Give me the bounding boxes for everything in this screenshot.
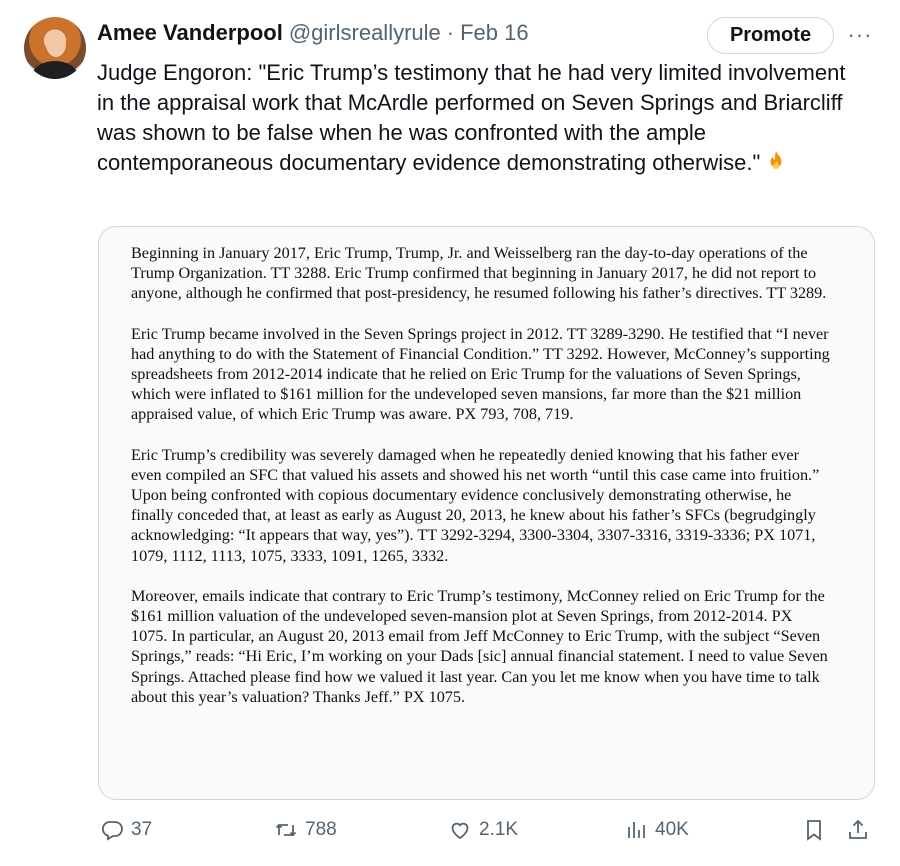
- document-image-card[interactable]: Beginning in January 2017, Eric Trump, T…: [98, 226, 875, 800]
- court-document-excerpt: Beginning in January 2017, Eric Trump, T…: [131, 243, 831, 727]
- header-separator: ·: [446, 20, 455, 45]
- document-paragraph: Eric Trump became involved in the Seven …: [131, 324, 830, 424]
- share-icon: [849, 819, 867, 839]
- reply-icon: [101, 821, 123, 841]
- author-avatar[interactable]: [24, 17, 86, 79]
- share-button[interactable]: [846, 818, 870, 842]
- document-paragraph: Eric Trump’s credibility was severely da…: [131, 445, 820, 565]
- fire-emoji-icon: [770, 151, 782, 170]
- tweet-header: Amee Vanderpool @girlsreallyrule · Feb 1…: [97, 20, 529, 46]
- like-button[interactable]: 2.1K: [448, 818, 518, 842]
- tweet-text: Judge Engoron: "Eric Trump’s testimony t…: [97, 58, 867, 178]
- document-paragraph: Moreover, emails indicate that contrary …: [131, 586, 828, 706]
- tweet-text-body: Judge Engoron: "Eric Trump’s testimony t…: [97, 60, 846, 175]
- reply-count: 37: [131, 819, 153, 840]
- tweet-actions-bar: 37 788 2.1K 40K: [0, 818, 900, 848]
- repost-count: 788: [305, 819, 337, 840]
- repost-button[interactable]: 788: [274, 818, 337, 842]
- bookmark-icon: [807, 820, 821, 841]
- heart-icon: [451, 822, 469, 840]
- analytics-icon: [628, 822, 645, 838]
- author-handle[interactable]: @girlsreallyrule: [289, 20, 441, 46]
- avatar-shirt: [32, 61, 78, 79]
- promote-button[interactable]: Promote: [707, 17, 834, 54]
- like-count: 2.1K: [479, 819, 519, 840]
- reply-button[interactable]: 37: [100, 818, 152, 842]
- views-count: 40K: [655, 819, 689, 840]
- avatar-face: [46, 31, 66, 57]
- bookmark-button[interactable]: [802, 818, 826, 842]
- more-options-icon[interactable]: ···: [846, 21, 874, 49]
- document-paragraph: Beginning in January 2017, Eric Trump, T…: [131, 244, 827, 303]
- repost-icon: [275, 823, 297, 837]
- author-name[interactable]: Amee Vanderpool: [97, 20, 283, 46]
- tweet-date[interactable]: Feb 16: [460, 20, 529, 46]
- views-button[interactable]: 40K: [624, 818, 689, 842]
